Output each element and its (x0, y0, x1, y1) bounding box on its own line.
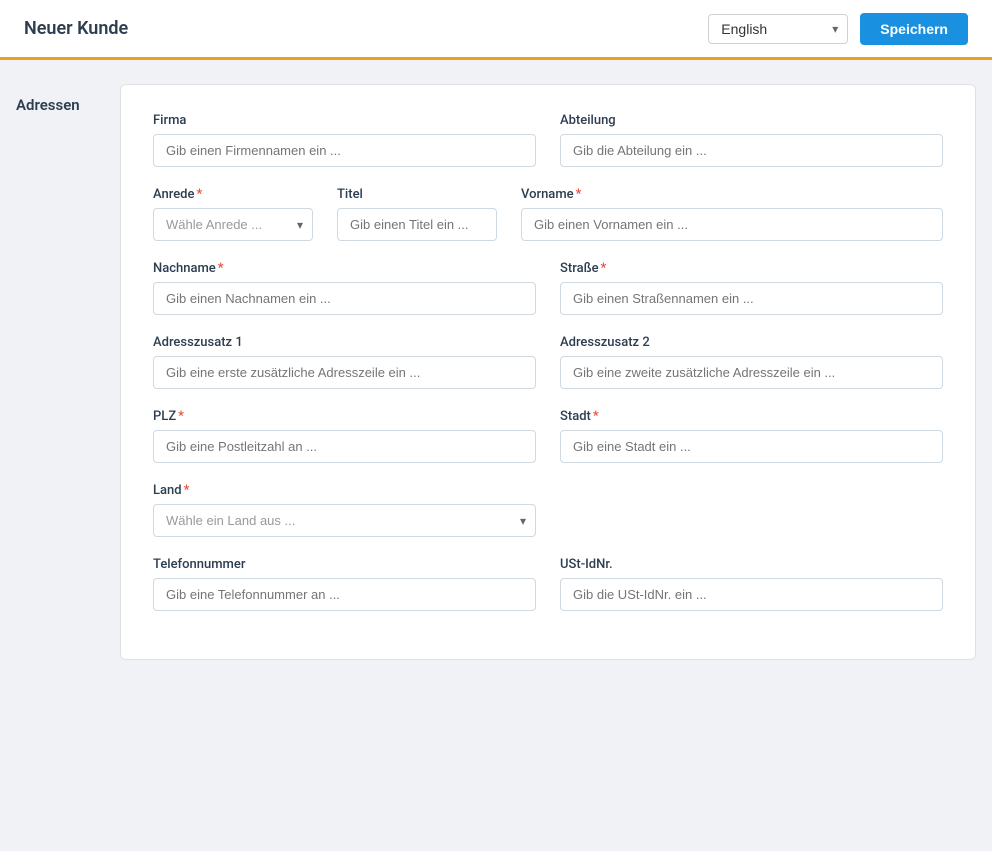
input-adresszusatz1[interactable] (153, 356, 536, 389)
language-select[interactable]: English Deutsch Français (708, 14, 848, 44)
group-anrede: Anrede* Wähle Anrede ... Herr Frau Diver… (153, 187, 313, 241)
row-nachname-strasse: Nachname* Straße* (153, 261, 943, 315)
header: Neuer Kunde English Deutsch Français ▾ S… (0, 0, 992, 60)
group-land: Land* Wähle ein Land aus ... Deutschland… (153, 483, 536, 537)
label-telefonnummer: Telefonnummer (153, 557, 536, 572)
label-strasse: Straße* (560, 261, 943, 276)
label-adresszusatz2: Adresszusatz 2 (560, 335, 943, 350)
label-stadt: Stadt* (560, 409, 943, 424)
row-anrede-titel-vorname: Anrede* Wähle Anrede ... Herr Frau Diver… (153, 187, 943, 241)
group-telefonnummer: Telefonnummer (153, 557, 536, 611)
label-land: Land* (153, 483, 536, 498)
land-select-wrapper: Wähle ein Land aus ... Deutschland Öster… (153, 504, 536, 537)
group-abteilung: Abteilung (560, 113, 943, 167)
label-plz: PLZ* (153, 409, 536, 424)
group-ust-idnr: USt-IdNr. (560, 557, 943, 611)
group-nachname: Nachname* (153, 261, 536, 315)
row-land: Land* Wähle ein Land aus ... Deutschland… (153, 483, 943, 537)
section-label: Adressen (16, 84, 96, 660)
group-adresszusatz2: Adresszusatz 2 (560, 335, 943, 389)
group-land-spacer (560, 483, 943, 537)
group-strasse: Straße* (560, 261, 943, 315)
anrede-select-wrapper: Wähle Anrede ... Herr Frau Divers ▾ (153, 208, 313, 241)
group-adresszusatz1: Adresszusatz 1 (153, 335, 536, 389)
input-titel[interactable] (337, 208, 497, 241)
input-strasse[interactable] (560, 282, 943, 315)
group-vorname: Vorname* (521, 187, 943, 241)
label-anrede: Anrede* (153, 187, 313, 202)
group-firma: Firma (153, 113, 536, 167)
label-adresszusatz1: Adresszusatz 1 (153, 335, 536, 350)
input-stadt[interactable] (560, 430, 943, 463)
row-firma-abteilung: Firma Abteilung (153, 113, 943, 167)
input-telefonnummer[interactable] (153, 578, 536, 611)
input-adresszusatz2[interactable] (560, 356, 943, 389)
input-nachname[interactable] (153, 282, 536, 315)
header-actions: English Deutsch Français ▾ Speichern (708, 13, 968, 45)
label-firma: Firma (153, 113, 536, 128)
group-titel: Titel (337, 187, 497, 241)
input-abteilung[interactable] (560, 134, 943, 167)
form-card: Firma Abteilung Anrede* Wähle Anrede ...… (120, 84, 976, 660)
main-content: Adressen Firma Abteilung Anrede* Wähle A (0, 60, 992, 684)
input-vorname[interactable] (521, 208, 943, 241)
label-vorname: Vorname* (521, 187, 943, 202)
group-plz: PLZ* (153, 409, 536, 463)
select-land[interactable]: Wähle ein Land aus ... Deutschland Öster… (153, 504, 536, 537)
language-select-wrapper: English Deutsch Français ▾ (708, 14, 848, 44)
input-ust-idnr[interactable] (560, 578, 943, 611)
input-firma[interactable] (153, 134, 536, 167)
label-ust-idnr: USt-IdNr. (560, 557, 943, 572)
label-titel: Titel (337, 187, 497, 202)
row-telefon-ust: Telefonnummer USt-IdNr. (153, 557, 943, 611)
page-title: Neuer Kunde (24, 18, 128, 39)
row-adresszusatz: Adresszusatz 1 Adresszusatz 2 (153, 335, 943, 389)
select-anrede[interactable]: Wähle Anrede ... Herr Frau Divers (153, 208, 313, 241)
label-abteilung: Abteilung (560, 113, 943, 128)
label-nachname: Nachname* (153, 261, 536, 276)
group-stadt: Stadt* (560, 409, 943, 463)
input-plz[interactable] (153, 430, 536, 463)
save-button[interactable]: Speichern (860, 13, 968, 45)
row-plz-stadt: PLZ* Stadt* (153, 409, 943, 463)
